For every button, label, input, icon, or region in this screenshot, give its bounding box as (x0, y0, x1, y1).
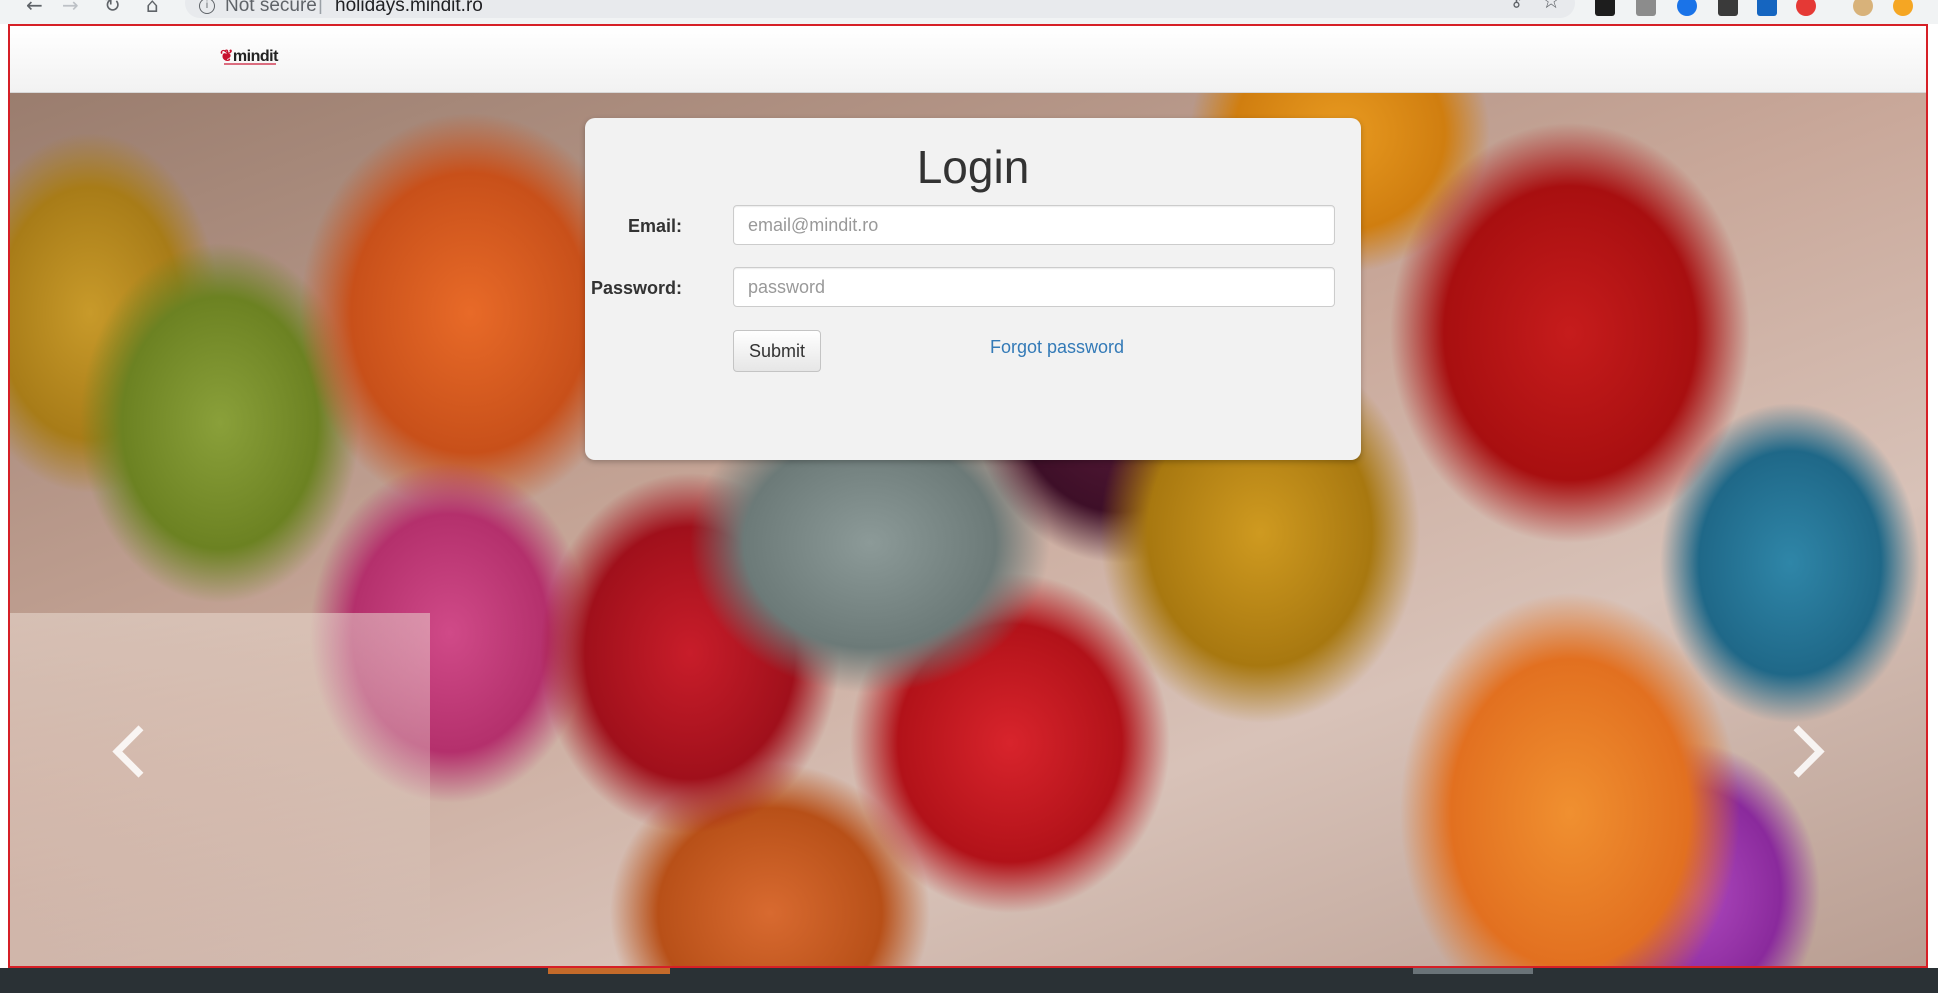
login-title: Login (916, 141, 1030, 193)
taskbar-app[interactable] (1413, 968, 1533, 974)
address-separator: | (318, 0, 323, 15)
extension-search-icon[interactable] (1796, 0, 1816, 16)
extension-chart-icon[interactable] (1757, 0, 1777, 16)
reload-icon[interactable]: ↻ (104, 0, 121, 17)
forward-arrow-icon[interactable]: → (62, 0, 79, 17)
back-arrow-icon[interactable]: ← (26, 0, 43, 17)
url-text[interactable]: holidays.mindit.ro (335, 0, 483, 17)
app-frame: ❦mindit Login Email: Password: Submit Fo… (8, 24, 1928, 968)
os-taskbar (0, 968, 1938, 993)
taskbar-app-active[interactable] (548, 968, 670, 974)
extension-selenium-icon[interactable] (1718, 0, 1738, 16)
home-icon[interactable]: ⌂ (146, 0, 159, 17)
email-label: Email: (627, 216, 682, 236)
top-navbar: ❦mindit (10, 26, 1926, 93)
extension-x-icon[interactable] (1595, 0, 1615, 16)
chevron-right-icon[interactable] (1772, 725, 1825, 778)
info-icon[interactable]: i (199, 0, 215, 14)
ceiling-background (10, 613, 430, 966)
bookmark-star-icon[interactable]: ☆ (1541, 0, 1561, 14)
mindit-logo[interactable]: ❦mindit (220, 46, 278, 66)
login-panel: Login Email: Password: Submit Forgot pas… (585, 118, 1361, 460)
password-label: Password: (590, 278, 682, 298)
extension-grey-icon[interactable] (1636, 0, 1656, 16)
update-alert-icon[interactable] (1893, 0, 1913, 16)
extension-blue-icon[interactable] (1677, 0, 1697, 16)
submit-button[interactable]: Submit (733, 330, 822, 372)
logo-tagline-line (224, 63, 276, 65)
browser-toolbar: ← → ↻ ⌂ i Not secure | holidays.mindit.r… (0, 0, 1938, 24)
address-bar[interactable]: i Not secure | holidays.mindit.ro ⚷ ☆ (185, 0, 1575, 18)
security-label: Not secure (225, 0, 317, 16)
key-icon[interactable]: ⚷ (1510, 0, 1523, 11)
profile-avatar-icon[interactable] (1853, 0, 1873, 16)
password-field[interactable] (733, 267, 1335, 307)
email-field[interactable] (733, 205, 1335, 245)
forgot-password-link[interactable]: Forgot password (990, 337, 1124, 358)
